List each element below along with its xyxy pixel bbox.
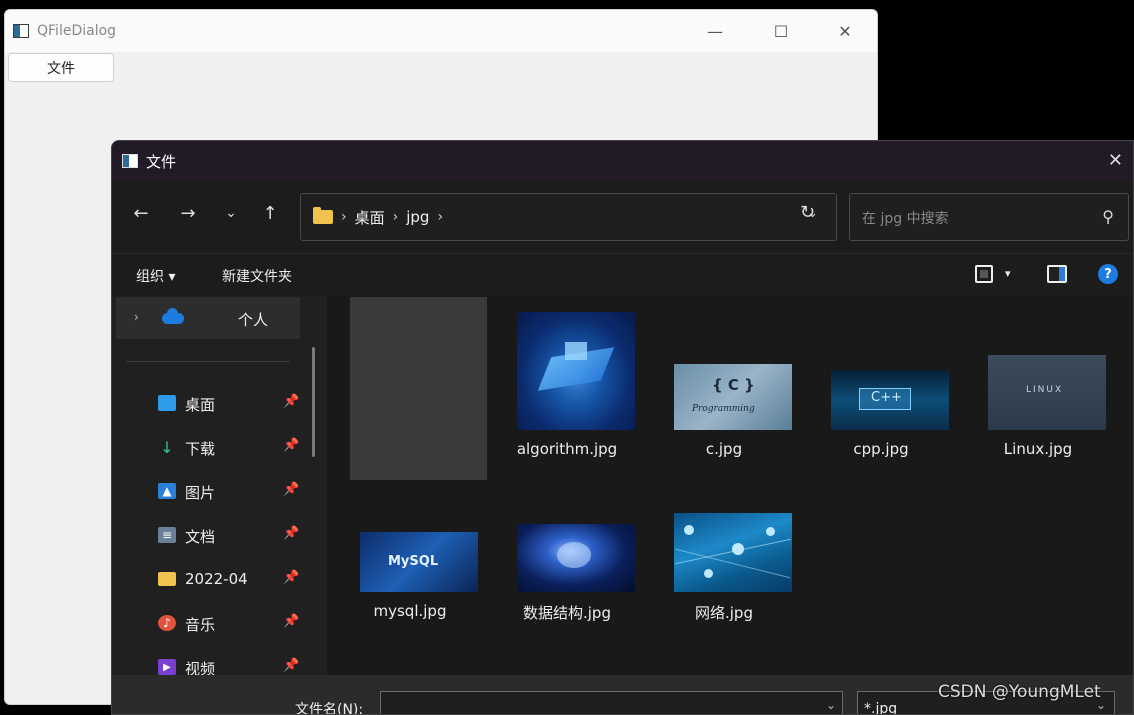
pin-icon[interactable]: 📌 — [283, 614, 299, 629]
open-file-button[interactable]: 文件 — [8, 53, 114, 82]
pin-icon[interactable]: 📌 — [283, 570, 299, 585]
sidebar-item-label: 桌面 — [185, 396, 216, 414]
sidebar-item-label: 下载 — [185, 440, 216, 458]
filename-label: 文件名(N): — [295, 702, 364, 715]
navigation-bar: ← → ⌄ ↑ › 桌面 › jpg › ⌄ ↻ 在 jpg 中搜索 ⚲ — [112, 181, 1133, 253]
file-thumbnail-algorithm[interactable] — [517, 312, 635, 430]
thumbnail-text: C++ — [871, 390, 902, 405]
breadcrumb-desktop[interactable]: 桌面 — [355, 207, 385, 228]
search-input[interactable]: 在 jpg 中搜索 — [862, 208, 949, 228]
file-list: algorithm.jpg { C } Programming c.jpg C+… — [327, 295, 1133, 675]
folder-icon — [158, 572, 176, 586]
app-icon — [13, 24, 29, 38]
sidebar-item-downloads[interactable]: ↓ 下载 📌 — [112, 431, 315, 467]
main-titlebar[interactable]: QFileDialog — ☐ ✕ — [5, 10, 877, 52]
videos-icon: ▶ — [158, 659, 176, 675]
sidebar-scrollbar[interactable] — [312, 347, 315, 457]
file-type-filter-value: *.jpg — [864, 701, 898, 715]
empty-thumbnail[interactable] — [350, 297, 487, 480]
up-arrow-icon[interactable]: ↑ — [259, 203, 281, 224]
maximize-button[interactable]: ☐ — [771, 22, 791, 41]
dialog-app-icon — [122, 154, 138, 168]
address-bar[interactable]: › 桌面 › jpg › ⌄ — [300, 193, 837, 241]
file-name[interactable]: c.jpg — [649, 440, 799, 458]
file-thumbnail-cpp[interactable]: C++ — [831, 370, 949, 430]
filename-input[interactable]: ⌄ — [380, 691, 843, 714]
file-thumbnail-linux[interactable]: LINUX — [988, 355, 1106, 430]
sidebar-item-label: 文档 — [185, 528, 216, 546]
command-toolbar: 组织 ▾ 新建文件夹 ▾ ? — [112, 253, 1133, 295]
close-button[interactable]: ✕ — [835, 22, 855, 41]
search-icon[interactable]: ⚲ — [1102, 207, 1114, 226]
pin-icon[interactable]: 📌 — [283, 438, 299, 453]
pin-icon[interactable]: 📌 — [283, 526, 299, 541]
navigation-pane: › 个人 桌面 📌 ↓ 下载 📌 ▲ 图片 📌 ≡ 文档 📌 2022-04 📌… — [112, 295, 315, 678]
thumbnail-text: MySQL — [388, 554, 439, 569]
filename-dropdown-icon[interactable]: ⌄ — [826, 698, 836, 712]
dialog-titlebar[interactable]: 文件 ✕ — [112, 141, 1133, 181]
minimize-button[interactable]: — — [705, 22, 725, 41]
organize-menu-button[interactable]: 组织 ▾ — [136, 266, 175, 286]
file-thumbnail-data-structure[interactable] — [517, 524, 635, 592]
pin-icon[interactable]: 📌 — [283, 394, 299, 409]
breadcrumb-separator[interactable]: › — [437, 209, 443, 225]
view-mode-icon[interactable] — [975, 265, 993, 283]
sidebar-divider — [126, 361, 290, 362]
file-name[interactable]: 网络.jpg — [649, 602, 799, 623]
documents-icon: ≡ — [158, 527, 176, 543]
view-mode-dropdown-icon[interactable]: ▾ — [1005, 267, 1011, 280]
sidebar-item-documents[interactable]: ≡ 文档 📌 — [112, 519, 315, 555]
preview-pane-icon[interactable] — [1047, 265, 1067, 283]
back-arrow-icon[interactable]: ← — [130, 203, 152, 224]
pictures-icon: ▲ — [158, 483, 176, 499]
sidebar-item-label: 个人 — [238, 311, 269, 329]
file-dialog: 文件 ✕ ← → ⌄ ↑ › 桌面 › jpg › ⌄ ↻ 在 jpg 中搜索 … — [111, 140, 1134, 715]
file-thumbnail-network[interactable] — [674, 513, 792, 592]
recent-locations-chevron-icon[interactable]: ⌄ — [220, 205, 242, 221]
sidebar-item-label: 图片 — [185, 484, 216, 502]
file-name[interactable]: mysql.jpg — [335, 602, 485, 620]
search-box[interactable]: 在 jpg 中搜索 ⚲ — [849, 193, 1129, 241]
file-name[interactable]: cpp.jpg — [806, 440, 956, 458]
help-icon[interactable]: ? — [1098, 264, 1118, 284]
file-name[interactable]: 数据结构.jpg — [492, 602, 642, 623]
pin-icon[interactable]: 📌 — [283, 658, 299, 673]
file-thumbnail-mysql[interactable]: MySQL — [360, 532, 478, 592]
thumbnail-text: { C } — [712, 376, 755, 394]
onedrive-cloud-icon — [162, 308, 184, 324]
forward-arrow-icon[interactable]: → — [177, 203, 199, 224]
pin-icon[interactable]: 📌 — [283, 482, 299, 497]
file-name[interactable]: Linux.jpg — [963, 440, 1113, 458]
breadcrumb-jpg[interactable]: jpg — [406, 208, 429, 226]
sidebar-item-2022-04[interactable]: 2022-04 📌 — [112, 563, 315, 599]
folder-icon — [313, 207, 333, 224]
sidebar-item-pictures[interactable]: ▲ 图片 📌 — [112, 475, 315, 511]
watermark: CSDN @YoungMLet — [938, 682, 1101, 702]
refresh-icon[interactable]: ↻ — [800, 202, 815, 223]
dialog-close-icon[interactable]: ✕ — [1108, 150, 1123, 171]
sidebar-item-label: 音乐 — [185, 616, 216, 634]
main-window-title: QFileDialog — [37, 23, 117, 39]
dialog-title: 文件 — [146, 152, 177, 171]
download-icon: ↓ — [160, 437, 174, 457]
expand-chevron-icon[interactable]: › — [134, 310, 139, 324]
breadcrumb-separator: › — [392, 209, 399, 225]
breadcrumb-separator: › — [341, 209, 347, 225]
music-icon: ♪ — [158, 615, 176, 631]
sidebar-item-desktop[interactable]: 桌面 📌 — [112, 387, 315, 423]
desktop-icon — [158, 395, 176, 411]
thumbnail-text: LINUX — [1026, 385, 1064, 395]
sidebar-item-personal[interactable]: › 个人 — [116, 297, 300, 339]
file-name[interactable]: algorithm.jpg — [492, 440, 642, 458]
file-thumbnail-c[interactable]: { C } Programming — [674, 364, 792, 430]
sidebar-item-music[interactable]: ♪ 音乐 📌 — [112, 607, 315, 643]
new-folder-button[interactable]: 新建文件夹 — [222, 266, 292, 286]
sidebar-item-label: 2022-04 — [185, 570, 248, 588]
